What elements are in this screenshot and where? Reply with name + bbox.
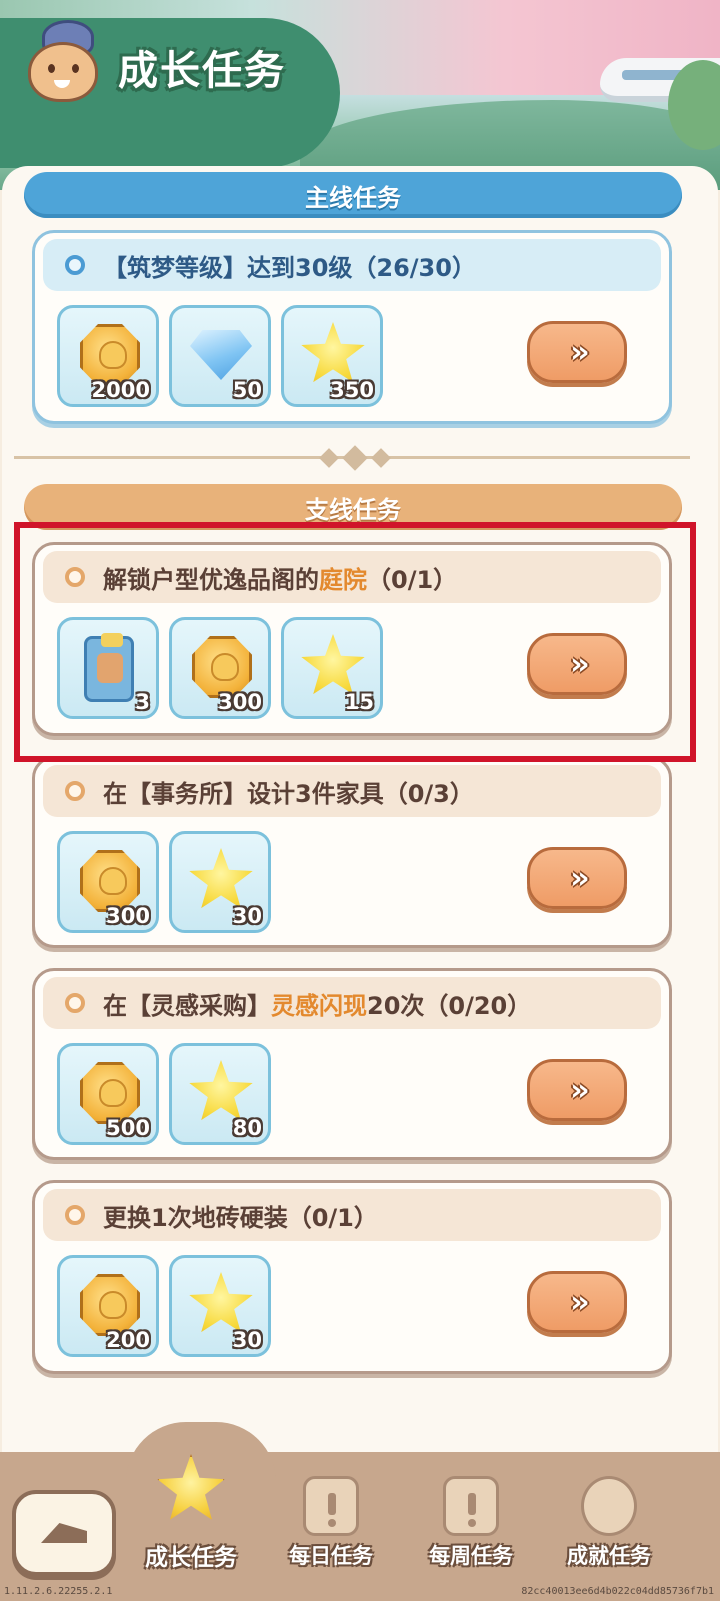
side-task-card: 在【灵感采购】 灵感闪现 20次（0/20） 500 80 » bbox=[32, 968, 672, 1160]
reward-slot[interactable]: 500 bbox=[57, 1043, 159, 1145]
task-title-bar: 【筑梦等级】达到30级（26/30） bbox=[43, 239, 661, 291]
task-title: 更换1次地砖硬装（0/1） bbox=[103, 1203, 378, 1232]
task-title-highlight: 庭院 bbox=[319, 565, 367, 594]
tab-label: 每周任务 bbox=[429, 1544, 513, 1568]
star-icon bbox=[301, 634, 365, 695]
task-title: 【筑梦等级】达到30级（26/30） bbox=[103, 253, 476, 282]
task-title-bar: 解锁户型优逸品阁的 庭院 （0/1） bbox=[43, 551, 661, 603]
main-quest-header: 主线任务 bbox=[24, 172, 682, 218]
tab-weekly-tasks[interactable]: 每周任务 bbox=[406, 1470, 536, 1580]
back-arrow-icon bbox=[41, 1523, 87, 1543]
tab-daily-tasks[interactable]: 每日任务 bbox=[266, 1470, 396, 1580]
reward-count: 2000 bbox=[91, 378, 150, 402]
go-button[interactable]: » bbox=[527, 1059, 627, 1121]
page-title: 成长任务 bbox=[118, 48, 286, 94]
side-quest-header: 支线任务 bbox=[24, 484, 682, 530]
reward-slot[interactable]: 300 bbox=[57, 831, 159, 933]
reward-slot[interactable]: 350 bbox=[281, 305, 383, 407]
reward-slot[interactable]: 50 bbox=[169, 305, 271, 407]
star-icon bbox=[189, 1272, 253, 1333]
exclamation-dot bbox=[468, 1519, 476, 1527]
reward-count: 30 bbox=[232, 1328, 262, 1352]
reward-slot[interactable]: 300 bbox=[169, 617, 271, 719]
coin-icon bbox=[80, 1062, 140, 1124]
reward-count: 50 bbox=[232, 378, 262, 402]
task-progress: （0/1） bbox=[367, 565, 458, 594]
header-banner: 成长任务 bbox=[0, 0, 720, 190]
reward-slot[interactable]: 2000 bbox=[57, 305, 159, 407]
go-button[interactable]: » bbox=[527, 321, 627, 383]
star-icon bbox=[189, 848, 253, 909]
tab-achievement-tasks[interactable]: 成就任务 bbox=[544, 1470, 674, 1580]
exclamation-mark bbox=[328, 1493, 336, 1515]
coin-icon bbox=[192, 636, 252, 698]
task-title-bar: 在【灵感采购】 灵感闪现 20次（0/20） bbox=[43, 977, 661, 1029]
reward-count: 15 bbox=[344, 690, 374, 714]
task-title-highlight: 灵感闪现 bbox=[271, 991, 367, 1020]
coin-icon bbox=[80, 850, 140, 912]
fox-face bbox=[28, 42, 98, 102]
star-icon bbox=[189, 1060, 253, 1121]
go-button[interactable]: » bbox=[527, 1271, 627, 1333]
coin-icon bbox=[80, 324, 140, 386]
double-chevron-icon: » bbox=[570, 860, 590, 896]
reward-count: 3 bbox=[135, 690, 150, 714]
bullet-icon bbox=[65, 1205, 85, 1225]
exclamation-dot bbox=[328, 1519, 336, 1527]
back-button[interactable] bbox=[12, 1490, 116, 1576]
double-chevron-icon: » bbox=[570, 334, 590, 370]
go-button[interactable]: » bbox=[527, 633, 627, 695]
tab-growth-tasks[interactable]: 成长任务 bbox=[126, 1454, 256, 1580]
eye bbox=[72, 64, 79, 73]
go-button[interactable]: » bbox=[527, 847, 627, 909]
build-hash-label: 82cc40013ee6d4b022c04dd85736f7b1 bbox=[521, 1586, 714, 1597]
reward-slot[interactable]: 30 bbox=[169, 831, 271, 933]
side-task-card: 解锁户型优逸品阁的 庭院 （0/1） 3 300 15 » bbox=[32, 542, 672, 736]
reward-count: 300 bbox=[106, 904, 150, 928]
main-task-card: 【筑梦等级】达到30级（26/30） 2000 50 350 » bbox=[32, 230, 672, 424]
tab-label: 成就任务 bbox=[567, 1544, 651, 1568]
task-title: 在【事务所】设计3件家具（0/3） bbox=[103, 779, 474, 808]
reward-count: 30 bbox=[232, 904, 262, 928]
blueprint-book-icon bbox=[84, 633, 134, 702]
bullet-icon bbox=[65, 781, 85, 801]
double-chevron-icon: » bbox=[570, 1072, 590, 1108]
reward-slot[interactable]: 15 bbox=[281, 617, 383, 719]
reward-slot[interactable]: 200 bbox=[57, 1255, 159, 1357]
fox-avatar-icon bbox=[24, 20, 104, 102]
tab-label: 每日任务 bbox=[289, 1544, 373, 1568]
task-title-bar: 更换1次地砖硬装（0/1） bbox=[43, 1189, 661, 1241]
daily-calendar-icon bbox=[303, 1476, 359, 1536]
side-task-card: 更换1次地砖硬装（0/1） 200 30 » bbox=[32, 1180, 672, 1374]
bullet-icon bbox=[65, 567, 85, 587]
coin-icon bbox=[80, 1274, 140, 1336]
reward-count: 350 bbox=[330, 378, 374, 402]
exclamation-mark bbox=[468, 1493, 476, 1515]
reward-count: 80 bbox=[232, 1116, 262, 1140]
eye bbox=[48, 64, 55, 73]
double-chevron-icon: » bbox=[570, 646, 590, 682]
reward-slot[interactable]: 3 bbox=[57, 617, 159, 719]
star-icon bbox=[301, 322, 365, 383]
bullet-icon bbox=[65, 255, 85, 275]
task-progress: 20次（0/20） bbox=[367, 991, 532, 1020]
task-title-bar: 在【事务所】设计3件家具（0/3） bbox=[43, 765, 661, 817]
reward-count: 500 bbox=[106, 1116, 150, 1140]
trophy-medal-icon bbox=[581, 1476, 637, 1536]
task-title-part: 解锁户型优逸品阁的 bbox=[103, 565, 319, 594]
version-label: 1.11.2.6.22255.2.1 bbox=[4, 1586, 113, 1597]
reward-slot[interactable]: 80 bbox=[169, 1043, 271, 1145]
side-task-card: 在【事务所】设计3件家具（0/3） 300 30 » bbox=[32, 756, 672, 948]
weekly-notebook-icon bbox=[443, 1476, 499, 1536]
reward-count: 200 bbox=[106, 1328, 150, 1352]
tab-label: 成长任务 bbox=[145, 1545, 237, 1571]
reward-slot[interactable]: 30 bbox=[169, 1255, 271, 1357]
task-title-part: 在【灵感采购】 bbox=[103, 991, 271, 1020]
diamond-icon bbox=[190, 330, 252, 380]
bullet-icon bbox=[65, 993, 85, 1013]
double-chevron-icon: » bbox=[570, 1284, 590, 1320]
reward-count: 300 bbox=[218, 690, 262, 714]
